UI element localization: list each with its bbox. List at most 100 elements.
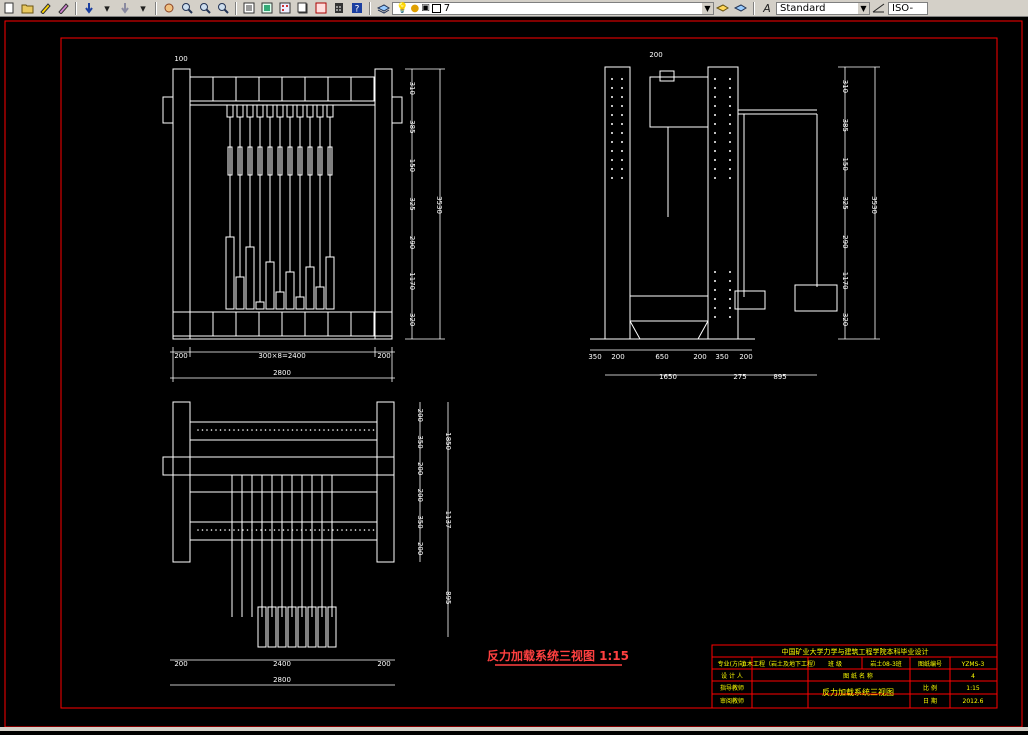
text-style-value: Standard xyxy=(780,2,826,14)
redo-dropdown-icon[interactable]: ▾ xyxy=(135,1,151,15)
side-view xyxy=(590,66,838,340)
color-icon[interactable] xyxy=(431,3,441,13)
dim-style-dropdown[interactable]: ISO- xyxy=(888,1,928,15)
pan-icon[interactable] xyxy=(161,1,177,15)
side-dimensions xyxy=(590,66,880,376)
rod-head xyxy=(226,104,234,118)
plan-bolt xyxy=(336,429,339,431)
bolt-hole xyxy=(621,96,623,98)
dim-style-icon[interactable] xyxy=(871,1,887,15)
drawing-canvas[interactable]: 200 300×8=2400 200 2800 100 310 385 150 325… xyxy=(0,17,1028,731)
side-dim-top: 200 xyxy=(649,51,662,59)
weight-stack xyxy=(325,256,335,310)
plan-bolt xyxy=(260,529,262,531)
bolt-hole xyxy=(714,123,716,125)
side-weight-right xyxy=(794,284,838,312)
sun-icon[interactable]: ● xyxy=(410,3,419,14)
plan-bolt xyxy=(251,529,253,531)
rod-head xyxy=(236,104,244,118)
bolt-hole xyxy=(611,78,613,80)
front-dim-mid: 300×8=2400 xyxy=(258,352,305,360)
calculator-icon[interactable] xyxy=(331,1,347,15)
plan-bolt xyxy=(323,429,325,431)
dim-label: 150 xyxy=(841,157,849,170)
side-weight-left xyxy=(734,290,766,310)
side-dim-total-right: 895 xyxy=(773,373,786,381)
front-right-bracket xyxy=(391,96,403,124)
help-icon[interactable]: ? xyxy=(349,1,365,15)
design-center-icon[interactable] xyxy=(259,1,275,15)
front-left-column xyxy=(172,68,191,340)
side-top-block xyxy=(649,76,709,128)
side-bottom-beam xyxy=(629,295,709,322)
dim-label: 200 xyxy=(739,353,752,361)
zoom-realtime-icon[interactable] xyxy=(179,1,195,15)
bolt-hole xyxy=(621,114,623,116)
layer-manager-icon[interactable] xyxy=(375,1,391,15)
front-view xyxy=(162,68,403,340)
redo-icon[interactable] xyxy=(117,1,133,15)
plan-bolt xyxy=(219,529,222,531)
text-style-dropdown[interactable]: Standard ▼ xyxy=(776,1,870,15)
pen-icon[interactable] xyxy=(37,1,53,15)
outer-frame xyxy=(4,20,1023,728)
plan-bolt xyxy=(197,529,199,531)
standard-toolbar: ▾ ▾ ? 💡 ● ▣ 7 ▼ A Standard ▼ ISO- xyxy=(0,0,1028,17)
chevron-down-icon[interactable]: ▼ xyxy=(858,2,869,14)
side-dim-height-total: 3530 xyxy=(870,196,878,214)
markup-icon[interactable] xyxy=(313,1,329,15)
plan-bolt xyxy=(237,429,240,431)
bolt-hole xyxy=(611,87,613,89)
plan-dim-total: 2800 xyxy=(273,676,291,684)
bolt-hole xyxy=(611,132,613,134)
tool-palettes-icon[interactable] xyxy=(277,1,293,15)
front-dim-left: 200 xyxy=(174,352,187,360)
new-icon[interactable] xyxy=(1,1,17,15)
plan-bolt xyxy=(323,529,325,531)
bolt-hole xyxy=(714,177,716,179)
dim-label: 325 xyxy=(408,197,416,210)
layer-dropdown[interactable]: 💡 ● ▣ 7 ▼ xyxy=(392,1,714,15)
title-cell: 2012.6 xyxy=(963,698,984,705)
layer-state-icon[interactable] xyxy=(733,1,749,15)
open-icon[interactable] xyxy=(19,1,35,15)
zoom-window-icon[interactable] xyxy=(197,1,213,15)
plan-bolt xyxy=(305,429,307,431)
bolt-hole xyxy=(729,96,731,98)
rod-head xyxy=(246,104,254,118)
front-loading-rods xyxy=(225,104,335,310)
plan-bolt xyxy=(300,429,303,431)
sheet-set-icon[interactable] xyxy=(295,1,311,15)
undo-dropdown-icon[interactable]: ▾ xyxy=(99,1,115,15)
plan-bolt xyxy=(282,429,285,431)
bolt-hole xyxy=(611,141,613,143)
bolt-hole xyxy=(611,96,613,98)
bolt-hole xyxy=(714,168,716,170)
text-style-icon[interactable]: A xyxy=(759,1,775,15)
undo-icon[interactable] xyxy=(81,1,97,15)
zoom-previous-icon[interactable] xyxy=(215,1,231,15)
side-dim-mid: 275 xyxy=(733,373,746,381)
bolt-hole xyxy=(729,280,731,282)
front-dim-top: 100 xyxy=(174,55,187,63)
match-prop-icon[interactable] xyxy=(55,1,71,15)
plan-bolt xyxy=(359,429,361,431)
bulb-icon[interactable]: 💡 xyxy=(396,3,408,14)
bolt-hole xyxy=(621,132,623,134)
layer-previous-icon[interactable] xyxy=(715,1,731,15)
weight-stack xyxy=(285,271,295,310)
properties-icon[interactable] xyxy=(241,1,257,15)
plan-bolt xyxy=(210,529,213,531)
plan-bolt xyxy=(368,529,370,531)
plan-bolt xyxy=(327,529,330,531)
lock-icon[interactable]: ▣ xyxy=(421,3,430,13)
bolt-hole xyxy=(729,123,731,125)
bolt-hole xyxy=(714,141,716,143)
plan-bolt xyxy=(264,429,267,431)
plan-bolt xyxy=(224,529,226,531)
weight-stack xyxy=(245,246,255,310)
rod-head xyxy=(266,104,274,118)
chevron-down-icon[interactable]: ▼ xyxy=(702,2,713,14)
bolt-hole xyxy=(714,271,716,273)
plan-bolt xyxy=(273,529,276,531)
